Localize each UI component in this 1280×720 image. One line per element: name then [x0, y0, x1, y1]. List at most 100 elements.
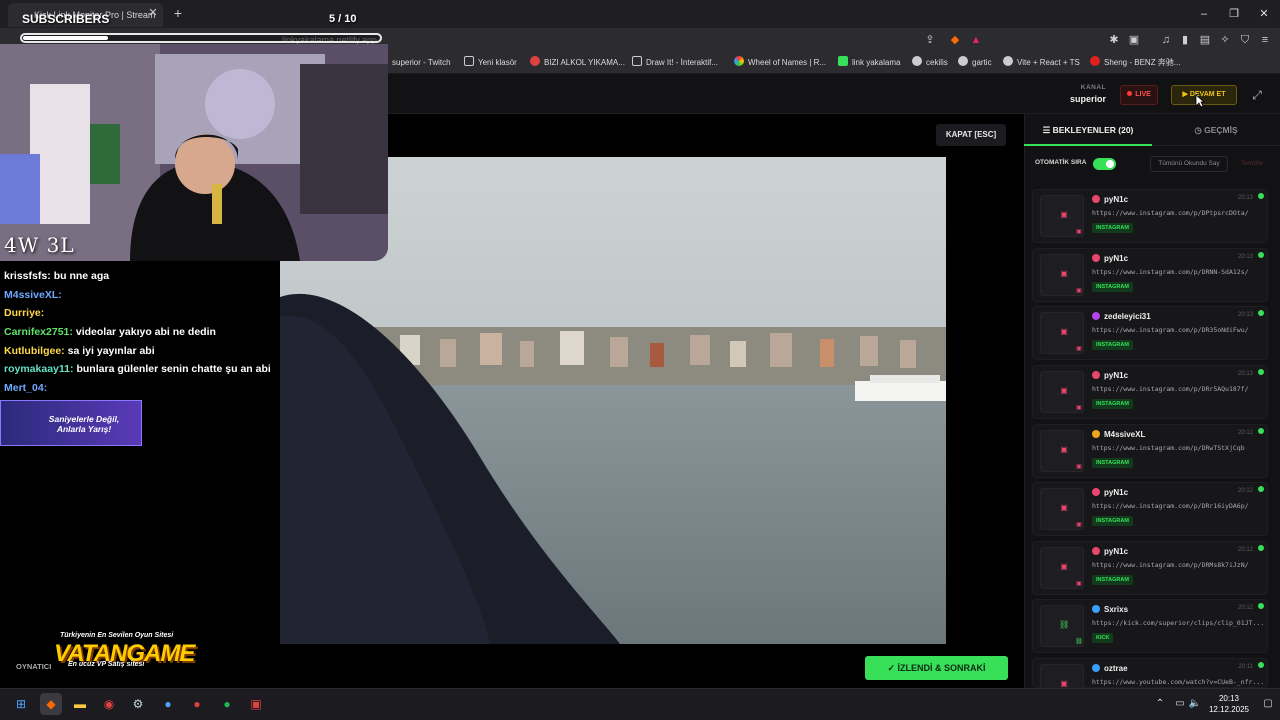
- browser-tab-bar: [0, 0, 1280, 28]
- clock-date[interactable]: 12.12.2025: [1206, 705, 1252, 714]
- oynatici-label: OYNATICI: [16, 662, 52, 671]
- app-icon[interactable]: ●: [157, 693, 179, 715]
- maximize-icon[interactable]: ❐: [1222, 5, 1246, 23]
- bookmark-item[interactable]: Draw It! - İnteraktif...: [632, 55, 718, 71]
- extensions-icon[interactable]: ✱: [1106, 32, 1122, 48]
- queue-item[interactable]: ▣ ▣ zedeleyici31 20:13 https://www.instagram…: [1032, 306, 1268, 360]
- instagram-icon: ▣: [1076, 522, 1082, 528]
- instagram-icon: ▣: [1076, 346, 1082, 352]
- webcam-overlay: [0, 44, 388, 261]
- tab-bekleyenler[interactable]: ☰ BEKLEYENLER (20): [1024, 114, 1152, 146]
- chat-username: M4ssiveXL:: [4, 289, 62, 301]
- tray-chevron-icon[interactable]: ⌃: [1153, 697, 1167, 711]
- chat-username: Kutlubilgee:: [4, 345, 65, 357]
- queue-item[interactable]: ▣ ▣ pyN1c 20:12 https://www.instagram.com/p/…: [1032, 482, 1268, 536]
- subscriber-progress-fill: [23, 36, 108, 40]
- bookmark-item[interactable]: Wheel of Names | R...: [734, 55, 826, 71]
- globe-icon: [958, 56, 968, 66]
- tumunu-okundu-button[interactable]: Tümünü Okundu Say: [1150, 156, 1228, 172]
- user-badge-icon: [1092, 254, 1100, 262]
- screenshot-icon[interactable]: ▣: [1126, 32, 1142, 48]
- volume-icon[interactable]: 🔈: [1188, 697, 1202, 711]
- user-badge-icon: [1092, 430, 1100, 438]
- queue-item[interactable]: ▣ ▣ pyN1c 20:13 https://www.instagram.com/p/…: [1032, 189, 1268, 243]
- file-explorer-icon[interactable]: ▬: [69, 693, 91, 715]
- live-dot-icon: [1127, 91, 1133, 96]
- queue-url[interactable]: https://www.instagram.com/p/DRMs8k7iJzN/: [1092, 561, 1264, 569]
- bookmark-item[interactable]: Sheng - BENZ 奔驰...: [1090, 55, 1180, 71]
- bookmark-item[interactable]: cekilis: [912, 55, 948, 71]
- rewards-icon[interactable]: ▲: [968, 32, 984, 48]
- chat-message: Kutlubilgee: sa iyi yayınlar abi: [4, 345, 155, 357]
- user-badge-icon: [1092, 664, 1100, 672]
- queue-item[interactable]: ⛓ ⛓ Sxrixs 20:12 https://kick.com/superior/c…: [1032, 599, 1268, 653]
- queue-url[interactable]: https://www.instagram.com/p/DRwTStXjCqb: [1092, 444, 1264, 452]
- vpn-icon[interactable]: ⛉: [1237, 32, 1253, 48]
- brave-shield-icon[interactable]: ◆: [947, 32, 963, 48]
- wallet-icon[interactable]: ▤: [1197, 32, 1213, 48]
- queue-item[interactable]: ▣ ▣ pyN1c 20:13 https://www.instagram.com/p/…: [1032, 248, 1268, 302]
- image-icon: ▣: [1060, 503, 1068, 512]
- globe-icon: [912, 56, 922, 66]
- menu-icon[interactable]: ≡: [1257, 32, 1273, 48]
- queue-time: 20:13: [1237, 312, 1253, 318]
- obs-icon[interactable]: ▣: [245, 693, 267, 715]
- queue-time: 20:11: [1238, 664, 1253, 670]
- brave-browser-icon[interactable]: ◆: [40, 693, 62, 715]
- thumbnail: ▣▣: [1040, 371, 1084, 413]
- riot-icon[interactable]: ●: [186, 693, 208, 715]
- bookmark-item[interactable]: BIZI ALKOL YIKAMA...: [530, 55, 625, 71]
- platform-badge: INSTAGRAM: [1092, 340, 1133, 350]
- online-dot-icon: [1258, 603, 1264, 609]
- live-button[interactable]: LIVE: [1120, 85, 1158, 105]
- chat-username: Mert_04:: [4, 382, 48, 394]
- chat-username: Durriye:: [4, 307, 45, 319]
- sidebar-icon[interactable]: ▮: [1177, 32, 1193, 48]
- image-icon: ▣: [1060, 445, 1068, 454]
- izlendi-sonraki-button[interactable]: ✓ İZLENDİ & SONRAKİ: [865, 656, 1008, 680]
- thumbnail: ▣▣: [1040, 430, 1084, 472]
- leo-ai-icon[interactable]: ✧: [1217, 32, 1233, 48]
- minimize-icon[interactable]: –: [1192, 5, 1216, 23]
- image-icon: ▣: [1060, 327, 1068, 336]
- bookmark-item[interactable]: Vite + React + TS: [1003, 55, 1080, 71]
- window-close-icon[interactable]: ✕: [1252, 5, 1276, 23]
- external-link-icon[interactable]: ⤢: [1248, 86, 1266, 104]
- new-tab-icon[interactable]: +: [170, 5, 186, 21]
- platform-badge: KICK: [1092, 633, 1114, 643]
- queue-url[interactable]: https://www.instagram.com/p/DRr5AQu187f/: [1092, 385, 1264, 393]
- queue-url[interactable]: https://kick.com/superior/clips/clip_01J…: [1092, 619, 1264, 627]
- spotify-icon[interactable]: ●: [216, 693, 238, 715]
- instagram-icon: ▣: [1076, 229, 1082, 235]
- clock-time[interactable]: 20:13: [1206, 694, 1252, 703]
- temizle-button[interactable]: Temizle: [1234, 156, 1270, 172]
- queue-url[interactable]: https://www.instagram.com/p/DR35oNdiFwu/: [1092, 326, 1264, 334]
- valorant-icon[interactable]: ◉: [98, 693, 120, 715]
- bookmark-item[interactable]: Yeni klasör: [464, 55, 517, 71]
- bookmark-item[interactable]: gartic: [958, 55, 992, 71]
- notification-icon[interactable]: ▢: [1261, 697, 1275, 711]
- queue-item[interactable]: ▣ ▣ pyN1c 20:13 https://www.instagram.com/p/…: [1032, 365, 1268, 419]
- network-icon[interactable]: ▭: [1173, 697, 1187, 711]
- steam-icon[interactable]: ⚙: [127, 693, 149, 715]
- queue-url[interactable]: https://www.youtube.com/watch?v=CUeB-_nf…: [1092, 678, 1264, 686]
- tab-close-icon[interactable]: ✕: [147, 6, 159, 20]
- queue-item[interactable]: ▣ ▣ pyN1c 20:12 https://www.instagram.com/p/…: [1032, 541, 1268, 595]
- kapat-button[interactable]: KAPAT [ESC]: [936, 124, 1006, 146]
- queue-url[interactable]: https://www.instagram.com/p/DRNN-SdA12s/: [1092, 268, 1264, 276]
- otomatik-sira-label: OTOMATİK SIRA: [1035, 159, 1087, 166]
- share-icon[interactable]: ⇪: [922, 32, 938, 48]
- queue-time: 20:12: [1237, 430, 1253, 436]
- tab-gecmis[interactable]: ◷ GEÇMİŞ: [1152, 114, 1280, 146]
- queue-item[interactable]: ▣▣oztrae20:11https://www.youtube.com/wat…: [1032, 658, 1268, 706]
- thumbnail: ▣▣: [1040, 195, 1084, 237]
- bookmark-item[interactable]: link yakalama: [838, 55, 900, 71]
- queue-url[interactable]: https://www.instagram.com/p/DPtpsrcDOta/: [1092, 209, 1264, 217]
- queue-url[interactable]: https://www.instagram.com/p/DRr16iyDA6p/: [1092, 502, 1264, 510]
- queue-item[interactable]: ▣ ▣ M4ssiveXL 20:12 https://www.instagram.co…: [1032, 424, 1268, 478]
- windows-start-icon[interactable]: ⊞: [10, 693, 32, 715]
- music-icon[interactable]: ♫: [1158, 32, 1174, 48]
- bookmark-item[interactable]: superior - Twitch: [392, 55, 451, 71]
- chat-text: sa iyi yayınlar abi: [67, 345, 155, 357]
- otomatik-sira-toggle[interactable]: [1093, 158, 1116, 170]
